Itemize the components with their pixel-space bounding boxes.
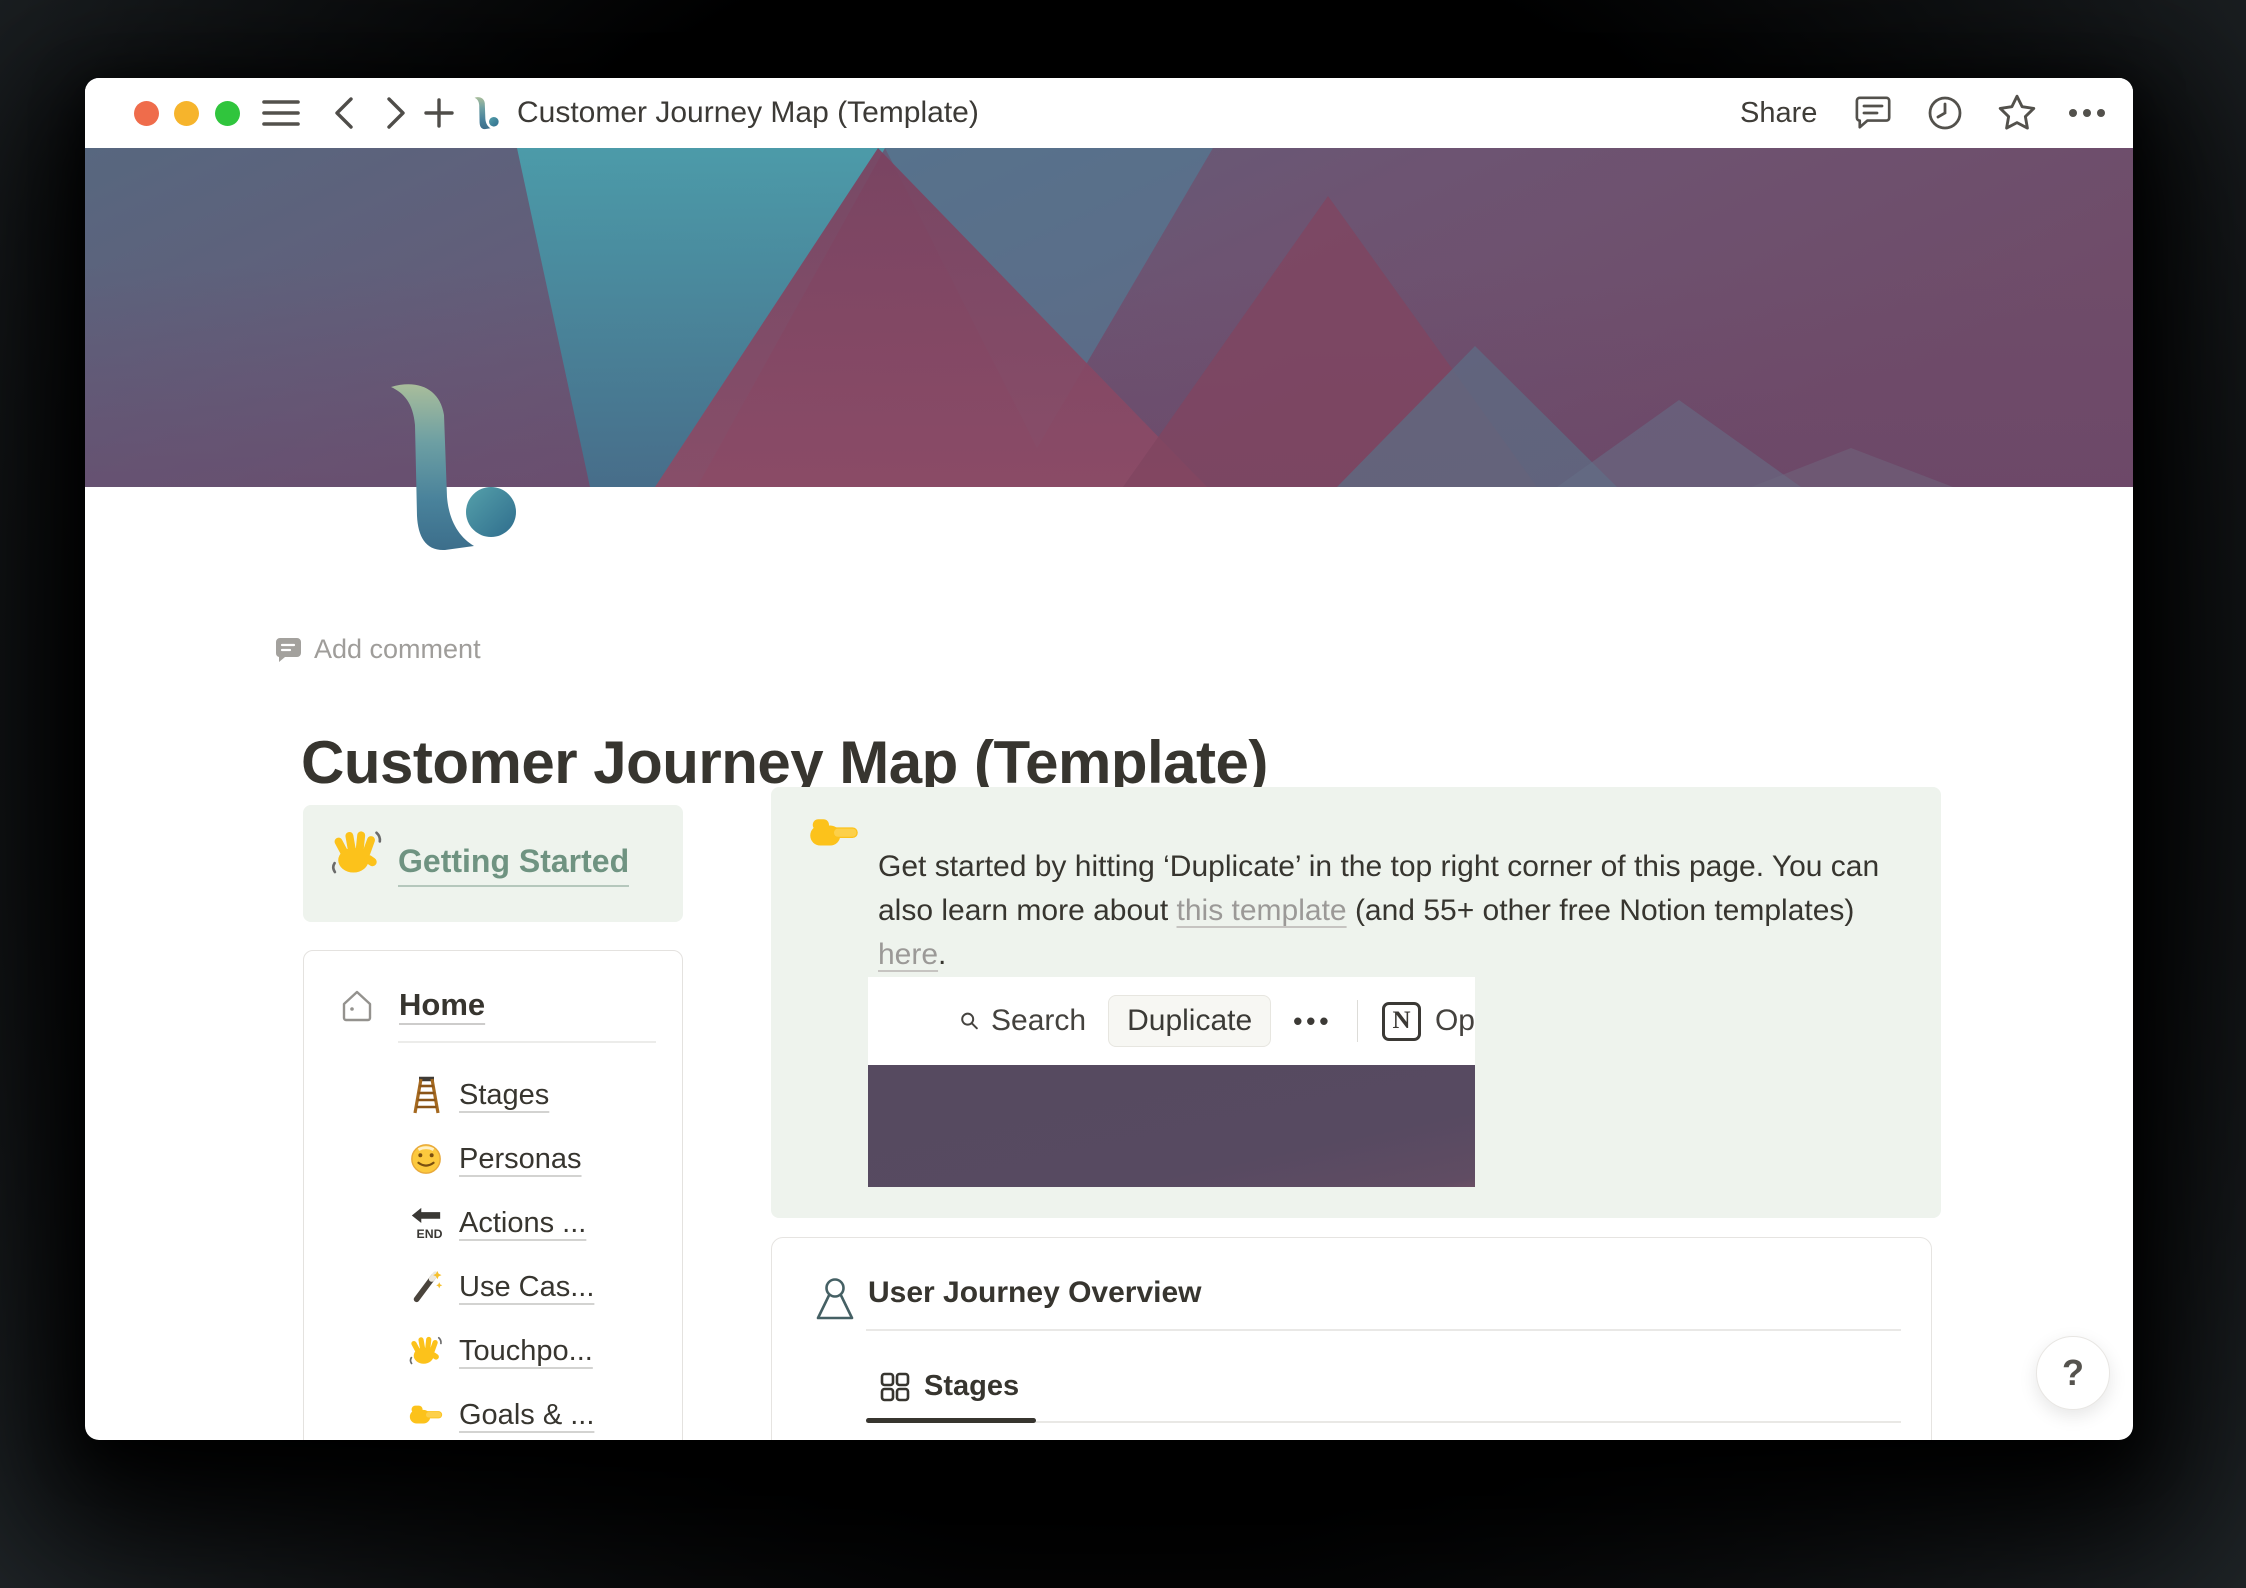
duplicate-instructions-callout: Get started by hitting ‘Duplicate’ in th… <box>771 787 1941 1218</box>
active-tab-indicator <box>866 1418 1036 1423</box>
callout-text: Get started by hitting ‘Duplicate’ in th… <box>878 845 1918 977</box>
app-window: Customer Journey Map (Template) Share Ad… <box>85 78 2133 1440</box>
ladder-emoji-icon <box>409 1075 443 1115</box>
back-icon[interactable] <box>329 78 359 148</box>
history-icon[interactable] <box>1925 78 1965 148</box>
callout-text-part: . <box>938 938 947 971</box>
svg-text:END: END <box>417 1227 443 1241</box>
close-window-button[interactable] <box>134 101 159 126</box>
divider <box>1356 1000 1358 1042</box>
callout-text-part: (and 55+ other free Notion templates) <box>1346 894 1863 927</box>
home-navigation-card: Home Stages Personas END Actions ... Use… <box>303 950 683 1440</box>
screenshot-purple-banner <box>868 1065 1475 1187</box>
getting-started-link[interactable]: Getting Started <box>398 843 630 887</box>
person-triangle-icon <box>815 1275 855 1321</box>
more-icon[interactable] <box>2066 78 2108 148</box>
help-button[interactable]: ? <box>2036 1336 2110 1410</box>
waving-hand-emoji-icon <box>331 827 383 879</box>
page-favicon-logo <box>473 78 501 148</box>
home-icon <box>342 990 372 1022</box>
minimize-window-button[interactable] <box>174 101 199 126</box>
screenshot-more-icon: ••• <box>1293 1005 1333 1036</box>
titlebar: Customer Journey Map (Template) Share <box>85 78 2133 148</box>
gallery-grid-icon <box>880 1372 910 1401</box>
smiley-emoji-icon <box>409 1139 443 1179</box>
end-arrow-emoji-icon: END <box>409 1203 443 1243</box>
divider <box>398 1041 656 1043</box>
user-journey-overview-card: User Journey Overview Stages <box>771 1237 1932 1440</box>
share-button[interactable]: Share <box>1740 78 1817 148</box>
overview-title: User Journey Overview <box>868 1276 1202 1309</box>
comment-bubble-icon <box>275 638 301 662</box>
sidebar-item-use-cases[interactable]: Use Cas... <box>409 1265 594 1309</box>
new-tab-icon[interactable] <box>423 78 455 148</box>
add-comment-label: Add comment <box>314 634 481 664</box>
tab-stages[interactable]: Stages <box>880 1370 1019 1403</box>
screenshot-open-label: Op <box>1434 1004 1475 1037</box>
duplicate-tutorial-screenshot: Search Duplicate ••• N Op <box>868 977 1475 1187</box>
magic-wand-emoji-icon <box>409 1267 443 1307</box>
menu-icon[interactable] <box>262 78 300 148</box>
sidebar-item-goals[interactable]: Goals & ... <box>409 1393 594 1437</box>
divider <box>866 1329 1901 1331</box>
sidebar-item-home[interactable]: Home <box>399 987 485 1023</box>
this-template-link[interactable]: this template <box>1177 894 1347 927</box>
favorite-star-icon[interactable] <box>1996 78 2038 148</box>
pointing-right-emoji-icon <box>809 813 859 853</box>
zoom-window-button[interactable] <box>215 101 240 126</box>
here-link[interactable]: here <box>878 938 938 971</box>
waving-hand-emoji-icon <box>409 1331 443 1371</box>
sidebar-item-stages[interactable]: Stages <box>409 1073 549 1117</box>
getting-started-callout: Getting Started <box>303 805 683 922</box>
pointing-right-emoji-icon <box>409 1395 443 1435</box>
screenshot-search-label: Search <box>991 1004 1087 1037</box>
search-icon <box>961 1012 978 1030</box>
window-title: Customer Journey Map (Template) <box>517 96 979 129</box>
forward-icon[interactable] <box>381 78 411 148</box>
notion-logo-icon: N <box>1381 1001 1421 1041</box>
add-comment-button[interactable]: Add comment <box>275 634 481 665</box>
page-icon-logo[interactable] <box>388 378 523 555</box>
comments-icon[interactable] <box>1853 78 1893 148</box>
sidebar-item-personas[interactable]: Personas <box>409 1137 582 1181</box>
sidebar-item-touchpoints[interactable]: Touchpo... <box>409 1329 593 1373</box>
sidebar-item-actions[interactable]: END Actions ... <box>409 1201 586 1245</box>
screenshot-duplicate-button: Duplicate <box>1108 995 1272 1047</box>
